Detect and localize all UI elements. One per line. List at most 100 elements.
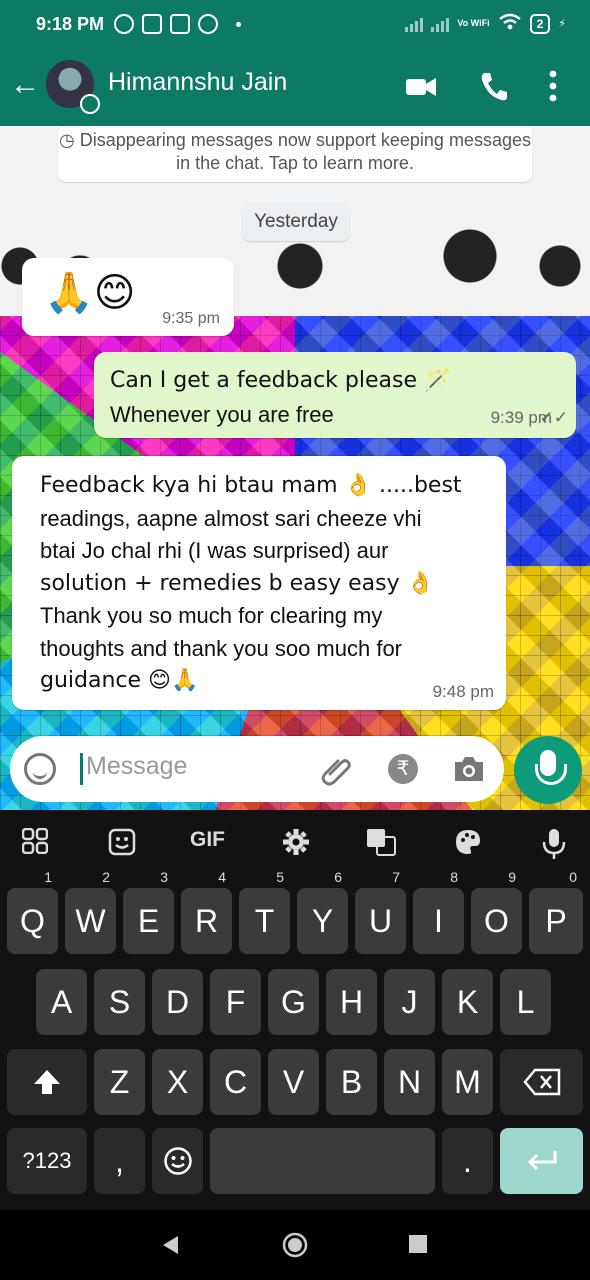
- message-incoming[interactable]: Feedback kya hi btau mam 👌 .....best rea…: [12, 456, 506, 710]
- camera-icon[interactable]: [452, 754, 486, 790]
- attach-icon[interactable]: [320, 754, 354, 794]
- key-hint: 0: [569, 869, 577, 885]
- symbols-key[interactable]: ?123: [7, 1128, 87, 1194]
- message-outgoing[interactable]: Can I get a feedback please 🪄 Whenever y…: [94, 352, 576, 438]
- key-k[interactable]: K: [442, 969, 493, 1035]
- key-j[interactable]: J: [384, 969, 435, 1035]
- message-composer[interactable]: Message ₹: [10, 736, 504, 802]
- signal-icon-2: [431, 16, 450, 32]
- key-f[interactable]: F: [210, 969, 261, 1035]
- backspace-key[interactable]: [500, 1049, 583, 1115]
- emoji-icon[interactable]: [24, 753, 56, 785]
- key-m[interactable]: M: [442, 1049, 493, 1115]
- space-bar[interactable]: [210, 1128, 435, 1194]
- more-vert-icon[interactable]: [548, 70, 558, 107]
- whatsapp-icon: [198, 14, 218, 34]
- key-hint: 6: [334, 869, 342, 885]
- more-notifications-dot: [236, 21, 241, 27]
- key-p[interactable]: P0: [529, 870, 583, 954]
- enter-icon: [527, 1151, 556, 1171]
- voice-call-icon[interactable]: [478, 70, 508, 107]
- back-arrow-icon[interactable]: ←: [10, 70, 40, 100]
- shift-icon: [34, 1070, 60, 1094]
- chat-header: ← Himannshu Jain: [0, 52, 590, 126]
- key-e[interactable]: E3: [123, 870, 174, 954]
- key-t[interactable]: T5: [239, 870, 290, 954]
- mic-icon[interactable]: [514, 736, 582, 804]
- theme-palette-icon[interactable]: [454, 828, 482, 862]
- contact-name[interactable]: Himannshu Jain: [108, 68, 287, 97]
- message-line: thoughts and thank you soo much for: [40, 635, 403, 661]
- key-label: Q: [20, 903, 45, 939]
- emoji-key-icon: [163, 1147, 192, 1175]
- key-y[interactable]: Y6: [297, 870, 348, 954]
- charging-icon: ⚡: [558, 18, 566, 30]
- nav-back-icon[interactable]: [160, 1234, 180, 1256]
- key-label: O: [484, 903, 509, 939]
- key-c[interactable]: C: [210, 1049, 261, 1115]
- message-line: btai Jo chal rhi (I was surprised) aur: [40, 538, 389, 563]
- key-z[interactable]: Z: [94, 1049, 145, 1115]
- rupee-icon[interactable]: ₹: [388, 754, 418, 784]
- battery-indicator: 2: [529, 13, 551, 34]
- chat-area[interactable]: ◷ Disappearing messages now support keep…: [0, 126, 590, 810]
- signal-icon: [405, 16, 424, 32]
- key-b[interactable]: B: [326, 1049, 377, 1115]
- key-hint: 8: [450, 869, 458, 885]
- message-text: 🙏😊: [44, 270, 136, 316]
- message-line: solution + remedies b easy easy 👌: [40, 570, 435, 596]
- key-n[interactable]: N: [384, 1049, 435, 1115]
- message-time: 9:48 pm: [432, 682, 494, 701]
- message-incoming[interactable]: 🙏😊 9:35 pm: [22, 258, 234, 336]
- key-w[interactable]: W2: [65, 870, 116, 954]
- voice-input-icon[interactable]: [542, 828, 566, 866]
- key-a[interactable]: A: [36, 969, 87, 1035]
- key-hint: 5: [276, 869, 284, 885]
- nav-recents-icon[interactable]: [408, 1234, 428, 1254]
- key-hint: 9: [508, 869, 516, 885]
- gif-button[interactable]: GIF: [190, 828, 225, 852]
- key-i[interactable]: I8: [413, 870, 464, 954]
- top-app-bar: 9:18 PM Vo WiFi 2 ⚡ ← Himannshu Jain: [0, 0, 590, 126]
- message-input[interactable]: Message: [86, 752, 187, 781]
- keyboard[interactable]: GIF Q1 W2 E3 R4 T5 Y6 U7 I8 O9 P0 A S D …: [0, 810, 590, 1210]
- key-d[interactable]: D: [152, 969, 203, 1035]
- shift-key[interactable]: [7, 1049, 87, 1115]
- key-label: E: [137, 903, 160, 939]
- key-o[interactable]: O9: [471, 870, 522, 954]
- period-key[interactable]: .: [442, 1128, 493, 1194]
- key-r[interactable]: R4: [181, 870, 232, 954]
- apps-grid-icon[interactable]: [21, 827, 49, 860]
- enter-key[interactable]: [500, 1128, 583, 1194]
- text-caret: [80, 753, 83, 785]
- key-u[interactable]: U7: [355, 870, 406, 954]
- message-time: 9:35 pm: [162, 310, 220, 327]
- key-label: Y: [311, 903, 334, 939]
- comma-key[interactable]: ,: [94, 1128, 145, 1194]
- key-g[interactable]: G: [268, 969, 319, 1035]
- key-hint: 3: [160, 869, 168, 885]
- settings-gear-icon[interactable]: [282, 828, 310, 862]
- system-nav-bar: [0, 1210, 590, 1280]
- wifi-icon: [498, 13, 522, 34]
- disappearing-notice[interactable]: ◷ Disappearing messages now support keep…: [58, 126, 532, 182]
- key-s[interactable]: S: [94, 969, 145, 1035]
- key-l[interactable]: L: [500, 969, 551, 1035]
- emoji-key[interactable]: [152, 1128, 203, 1194]
- message-line: guidance 😊🙏: [40, 668, 199, 693]
- nav-home-icon[interactable]: [282, 1232, 308, 1258]
- key-x[interactable]: X: [152, 1049, 203, 1115]
- video-call-icon[interactable]: [404, 70, 438, 109]
- key-h[interactable]: H: [326, 969, 377, 1035]
- key-v[interactable]: V: [268, 1049, 319, 1115]
- disappearing-timer-icon: [80, 94, 100, 114]
- key-label: U: [368, 903, 393, 939]
- key-hint: 7: [392, 869, 400, 885]
- message-text: Feedback kya hi btau mam 👌 .....best rea…: [40, 470, 484, 698]
- key-q[interactable]: Q1: [7, 870, 58, 954]
- sticker-icon[interactable]: [108, 828, 136, 862]
- translate-icon[interactable]: [366, 828, 396, 862]
- alarm-icon: [114, 14, 134, 34]
- key-hint: 1: [44, 869, 52, 885]
- shield-icon: [170, 14, 190, 34]
